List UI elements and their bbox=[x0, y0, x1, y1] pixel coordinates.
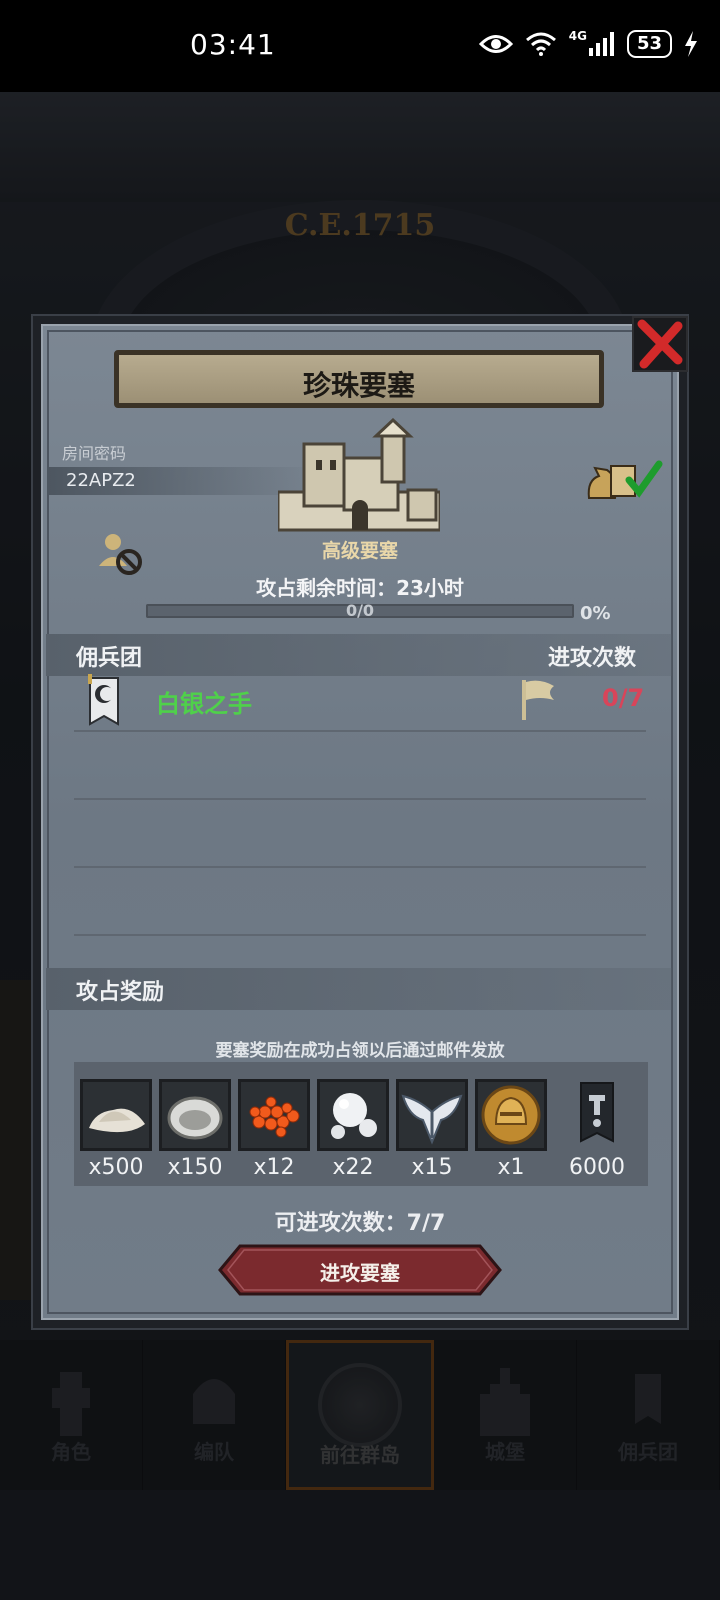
eye-icon bbox=[478, 35, 513, 53]
network-type: 4G bbox=[568, 29, 587, 43]
row-divider bbox=[74, 866, 646, 868]
reward-qty: x22 bbox=[332, 1155, 374, 1180]
attacks-header: 进攻次数 bbox=[548, 646, 637, 671]
room-code[interactable]: 22APZ2 bbox=[66, 470, 136, 491]
reward-item[interactable]: x22 bbox=[317, 1079, 389, 1180]
reward-header: 攻占奖励 bbox=[76, 980, 165, 1005]
flag-icon bbox=[522, 680, 554, 720]
status-time: 03:41 bbox=[190, 28, 276, 61]
reward-item[interactable]: 6000 bbox=[561, 1079, 633, 1180]
salt-icon bbox=[89, 1108, 145, 1133]
mercenary-attacks: 0/7 bbox=[602, 684, 645, 712]
close-icon bbox=[637, 319, 683, 369]
reward-qty: x150 bbox=[167, 1155, 223, 1180]
reward-item[interactable]: x500 bbox=[80, 1079, 152, 1180]
mercenary-name: 白银之手 bbox=[156, 690, 252, 718]
guild-banner-icon bbox=[88, 674, 119, 726]
attack-fortress-button[interactable]: 进攻要塞 bbox=[218, 1244, 502, 1296]
close-button[interactable] bbox=[632, 316, 688, 372]
loot-bag-check-icon bbox=[587, 460, 663, 499]
status-icons: 4G 53 bbox=[478, 29, 698, 58]
fortress-icon bbox=[278, 418, 440, 532]
reward-item[interactable]: x15 bbox=[396, 1079, 468, 1180]
pearl-icon bbox=[331, 1093, 377, 1139]
reward-tile bbox=[317, 1079, 389, 1151]
room-password-label: 房间密码 bbox=[62, 444, 127, 463]
guild-banner-icon bbox=[580, 1082, 614, 1143]
reward-item[interactable]: x12 bbox=[238, 1079, 310, 1180]
wifi-icon bbox=[525, 32, 556, 56]
row-divider bbox=[74, 798, 646, 800]
title-plate: 珍珠要塞 bbox=[114, 350, 604, 408]
mercenary-header: 佣兵团 bbox=[76, 646, 143, 671]
reward-tile bbox=[561, 1079, 633, 1151]
attack-button-label: 进攻要塞 bbox=[320, 1261, 400, 1285]
reward-tile bbox=[238, 1079, 310, 1151]
reward-tile bbox=[80, 1079, 152, 1151]
reward-qty: x12 bbox=[253, 1155, 295, 1180]
status-bar: 03:41 4G 53 bbox=[0, 0, 720, 92]
roe-icon bbox=[249, 1096, 300, 1138]
oyster-icon bbox=[167, 1096, 223, 1140]
reward-note: 要塞奖励在成功占领以后通过邮件发放 bbox=[215, 1041, 505, 1061]
helmet-coin-icon bbox=[481, 1085, 541, 1145]
reward-qty: x1 bbox=[497, 1155, 525, 1180]
available-attacks: 可进攻次数：7/7 bbox=[274, 1211, 446, 1236]
reward-qty: 6000 bbox=[569, 1155, 625, 1180]
row-divider bbox=[74, 934, 646, 936]
winged-emblem-icon bbox=[401, 1094, 463, 1145]
reward-tile bbox=[159, 1079, 231, 1151]
reward-tile bbox=[396, 1079, 468, 1151]
mercenary-row[interactable]: 白银之手 0/7 bbox=[74, 672, 654, 728]
reward-qty: x500 bbox=[88, 1155, 144, 1180]
remaining-time: 攻占剩余时间：23小时 bbox=[256, 576, 464, 600]
no-players-icon bbox=[99, 534, 142, 575]
progress-text: 0/0 bbox=[345, 601, 375, 620]
row-divider bbox=[74, 730, 646, 732]
reward-qty: x15 bbox=[411, 1155, 453, 1180]
progress-percent: 0% bbox=[580, 603, 611, 624]
reward-item[interactable]: x150 bbox=[159, 1079, 231, 1180]
reward-tile bbox=[475, 1079, 547, 1151]
charging-icon bbox=[685, 31, 697, 57]
reward-item[interactable]: x1 bbox=[475, 1079, 547, 1180]
dialog-title: 珍珠要塞 bbox=[302, 369, 415, 402]
battery-indicator: 53 bbox=[626, 30, 672, 58]
signal-icon bbox=[588, 32, 614, 56]
